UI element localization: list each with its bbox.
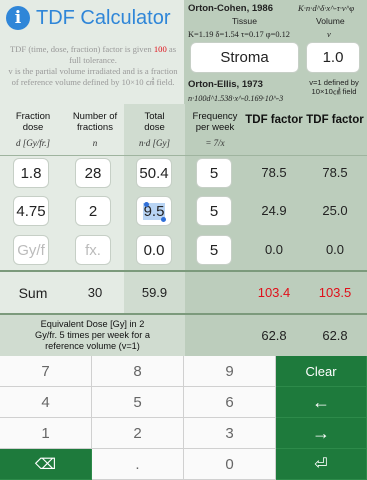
dose-input-3[interactable]: Gy/f	[13, 235, 49, 265]
equivalent-dose-2: 62.8	[322, 328, 348, 343]
col-total-dose: Total dose n·d [Gy]	[124, 104, 185, 156]
orton-cohen-params: K=1.19 δ=1.54 τ=0.17 φ=0.12	[188, 30, 290, 39]
sum-tdf2: 103.5	[318, 285, 352, 300]
left-arrow-icon[interactable]: ←	[276, 387, 367, 418]
key-8[interactable]: 8	[92, 356, 184, 387]
backspace-icon[interactable]: ⌫	[0, 449, 92, 480]
volume-label: Volume	[316, 16, 345, 26]
dose-input-1[interactable]: 1.8	[13, 158, 49, 188]
orton-ellis-title: Orton-Ellis, 1973	[188, 79, 263, 90]
key-4[interactable]: 4	[0, 387, 92, 418]
orton-ellis-formula: n·100d^1.538·x^-0.169·10^-3	[188, 94, 284, 103]
equivalent-dose-text: Equivalent Dose [Gy] in 2 Gy/fr. 5 times…	[35, 319, 150, 351]
col-frequency-unit: = 7/x	[205, 138, 225, 148]
tdf2-value-3: 0.0	[325, 242, 345, 257]
tdf1-value-2: 24.9	[261, 203, 287, 218]
col-frequency-label: Frequency per week	[192, 111, 238, 133]
key-3[interactable]: 3	[184, 418, 276, 449]
tissue-select[interactable]: Stroma	[190, 42, 299, 73]
volume-input[interactable]: 1.0	[306, 42, 360, 73]
sum-total-dose: 59.9	[141, 285, 168, 300]
total-input-2[interactable]: 9.5	[136, 196, 172, 226]
info-icon[interactable]: i	[6, 6, 30, 30]
fractions-input-3[interactable]: fx.	[75, 235, 111, 265]
key-decimal[interactable]: .	[92, 449, 184, 480]
col-tdf2: TDF factor	[306, 114, 364, 126]
key-5[interactable]: 5	[92, 387, 184, 418]
freq-input-2[interactable]: 5	[196, 196, 232, 226]
col-num-fractions: Number of fractions n	[66, 104, 124, 156]
clear-button[interactable]: Clear	[276, 356, 367, 387]
sum-fractions: 30	[87, 285, 103, 300]
orton-cohen-formula: K·n·d^δ·x^-τ·v^φ	[298, 3, 355, 13]
freq-input-3[interactable]: 5	[196, 235, 232, 265]
tissue-label: Tissue	[232, 16, 257, 26]
tdf1-value-1: 78.5	[261, 165, 287, 180]
fractions-input-2[interactable]: 2	[75, 196, 111, 226]
description-line2: v is the partial volume irradiated and i…	[8, 66, 178, 87]
description: TDF (time, dose, fraction) factor is giv…	[6, 44, 180, 88]
tdf2-value-2: 25.0	[322, 203, 348, 218]
selection-handle-end[interactable]	[161, 217, 166, 222]
col-fraction-dose: Fraction dose d [Gy/fr.]	[0, 104, 66, 156]
selection-handle-start[interactable]	[144, 202, 149, 207]
volume-symbol: v	[327, 29, 331, 39]
col-total-dose-label: Total dose	[144, 111, 165, 133]
full-tolerance-value: 100	[153, 44, 167, 54]
app-title: TDF Calculator	[36, 7, 171, 29]
sum-tdf1: 103.4	[257, 285, 291, 300]
sum-label: Sum	[18, 285, 48, 301]
right-arrow-icon[interactable]: →	[276, 418, 367, 449]
key-9[interactable]: 9	[184, 356, 276, 387]
key-2[interactable]: 2	[92, 418, 184, 449]
key-1[interactable]: 1	[0, 418, 92, 449]
tdf1-value-3: 0.0	[264, 242, 284, 257]
dose-input-2[interactable]: 4.75	[13, 196, 49, 226]
equivalent-dose-1: 62.8	[261, 328, 287, 343]
col-num-fractions-label: Number of fractions	[72, 111, 118, 133]
key-0[interactable]: 0	[184, 449, 276, 480]
orton-cohen-title: Orton-Cohen, 1986	[188, 3, 273, 14]
key-6[interactable]: 6	[184, 387, 276, 418]
col-fraction-dose-unit: d [Gy/fr.]	[15, 138, 50, 148]
volume-note: v=1 defined by 10×10㎠ field	[309, 78, 359, 96]
key-7[interactable]: 7	[0, 356, 92, 387]
description-text: TDF (time, dose, fraction) factor is giv…	[9, 44, 154, 54]
freq-input-1[interactable]: 5	[196, 158, 232, 188]
enter-icon[interactable]: ⏎	[276, 449, 367, 480]
fractions-input-1[interactable]: 28	[75, 158, 111, 188]
col-fraction-dose-label: Fraction dose	[15, 111, 51, 133]
tdf2-value-1: 78.5	[322, 165, 348, 180]
col-frequency: Frequency per week = 7/x	[185, 104, 245, 156]
total-input-3[interactable]: 0.0	[136, 235, 172, 265]
col-total-dose-unit: n·d [Gy]	[139, 138, 170, 148]
col-tdf1: TDF factor	[245, 114, 303, 126]
col-num-fractions-unit: n	[92, 138, 98, 148]
total-input-1[interactable]: 50.4	[136, 158, 172, 188]
